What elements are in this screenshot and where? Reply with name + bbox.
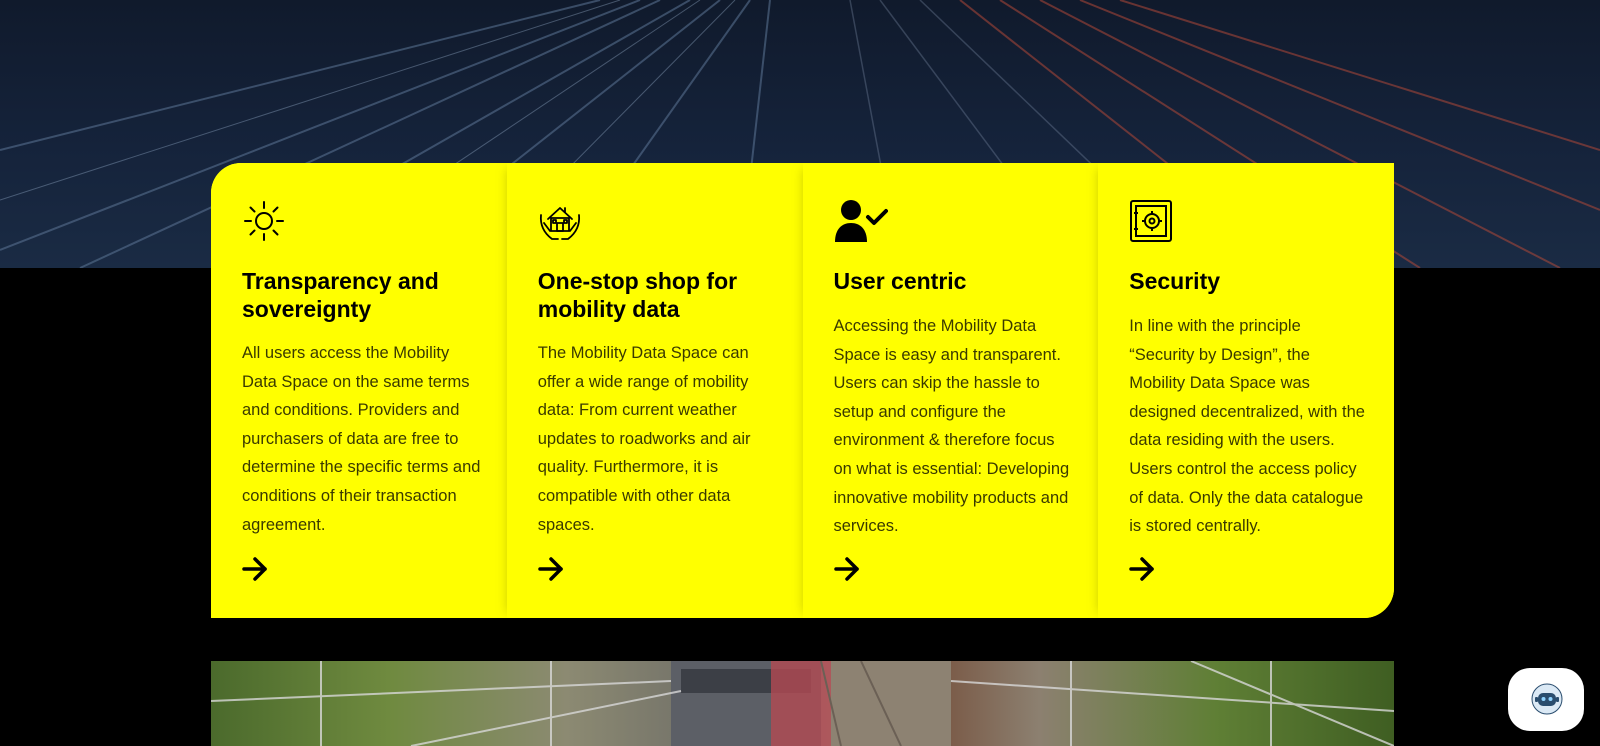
feature-card-one-stop-shop: One-stop shop for mobility data The Mobi… xyxy=(506,163,803,618)
feature-cards: Transparency and sovereignty All users a… xyxy=(211,163,1394,618)
chatbot-icon xyxy=(1531,683,1563,715)
arrow-right-icon[interactable] xyxy=(538,556,564,582)
card-text: Accessing the Mobility Data Space is eas… xyxy=(833,317,1070,536)
card-title: Transparency and sovereignty xyxy=(242,268,439,322)
safe-icon xyxy=(1130,200,1173,242)
arrow-right-icon[interactable] xyxy=(242,556,268,582)
card-text: The Mobility Data Space can offer a wide… xyxy=(537,344,751,534)
chat-widget-button[interactable] xyxy=(1508,668,1584,731)
card-text: All users access the Mobility Data Space… xyxy=(242,344,481,534)
house-in-hands-icon xyxy=(539,207,580,240)
train-photo xyxy=(211,661,1394,746)
feature-card-user-centric: User centric Accessing the Mobility Data… xyxy=(802,163,1099,618)
feature-card-transparency: Transparency and sovereignty All users a… xyxy=(211,163,507,618)
card-title: Security xyxy=(1129,268,1221,294)
user-check-icon xyxy=(834,200,888,242)
sun-icon xyxy=(244,201,284,241)
card-title: One-stop shop for mobility data xyxy=(537,268,738,322)
arrow-right-icon[interactable] xyxy=(833,556,860,582)
card-title: User centric xyxy=(833,268,967,294)
arrow-right-icon[interactable] xyxy=(1129,556,1155,582)
card-text: In line with the principle “Security by … xyxy=(1129,317,1365,536)
feature-card-security: Security In line with the principle “Sec… xyxy=(1098,163,1394,618)
